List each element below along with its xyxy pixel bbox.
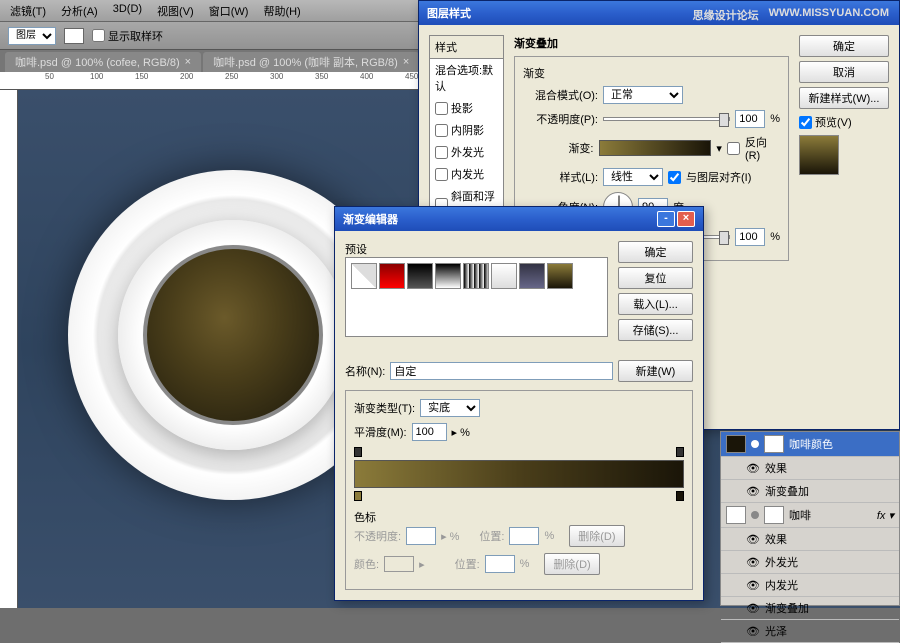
delete-stop-button: 删除(D) (569, 525, 624, 547)
preset-swatch[interactable] (407, 263, 433, 289)
smoothness-input[interactable] (412, 423, 447, 441)
menu-view[interactable]: 视图(V) (157, 3, 194, 18)
gradient-bar[interactable] (354, 460, 684, 488)
ge-save-button[interactable]: 存储(S)... (618, 319, 693, 341)
opacity-input[interactable] (735, 110, 765, 128)
color-stop[interactable] (676, 491, 684, 501)
menu-window[interactable]: 窗口(W) (209, 3, 249, 18)
fx-row[interactable]: 👁 效果 (721, 528, 899, 551)
layer-select[interactable]: 图层 (8, 27, 56, 45)
styles-header: 样式 (430, 36, 503, 59)
close-icon[interactable]: × (677, 211, 695, 227)
preset-swatch[interactable] (435, 263, 461, 289)
section-title: 渐变叠加 (514, 35, 789, 51)
preset-swatch[interactable] (547, 263, 573, 289)
align-checkbox[interactable] (668, 171, 681, 184)
tab-doc1[interactable]: 咖啡.psd @ 100% (cofee, RGB/8)× (5, 52, 201, 72)
gradient-editor-dialog: 渐变编辑器 -× 预设 确定 复位 载入(L)... (334, 206, 704, 601)
mask-thumb-icon (764, 435, 784, 453)
gradient-swatch[interactable] (599, 140, 712, 156)
reverse-checkbox[interactable] (727, 142, 740, 155)
minimize-icon[interactable]: - (657, 211, 675, 227)
dropper-icon[interactable] (64, 28, 84, 44)
fx-satin[interactable]: 👁 光泽 (721, 620, 899, 643)
preset-swatch[interactable] (519, 263, 545, 289)
sample-ring-checkbox[interactable] (92, 29, 105, 42)
stop-color-swatch (384, 556, 414, 572)
style-drop-shadow[interactable]: 投影 (430, 97, 503, 119)
ge-ok-button[interactable]: 确定 (618, 241, 693, 263)
ruler-vertical (0, 90, 18, 608)
preview-swatch (799, 135, 839, 175)
layer-style-titlebar[interactable]: 图层样式 思缘设计论坛WWW.MISSYUAN.COM (419, 1, 899, 25)
fx-gradient-overlay[interactable]: 👁 渐变叠加 (721, 480, 899, 503)
fx-gradient-overlay2[interactable]: 👁 渐变叠加 (721, 597, 899, 620)
stop-position-input (509, 527, 539, 545)
coffee-surface (143, 245, 323, 425)
gradient-name-input[interactable] (390, 362, 613, 380)
tab-doc2[interactable]: 咖啡.psd @ 100% (咖啡 副本, RGB/8)× (203, 52, 419, 72)
mask-thumb-icon (764, 506, 784, 524)
gradient-style-select[interactable]: 线性 (603, 168, 663, 186)
style-inner-glow[interactable]: 内发光 (430, 163, 503, 185)
show-sample-ring[interactable]: 显示取样环 (92, 28, 163, 44)
preset-swatch[interactable] (491, 263, 517, 289)
gradient-type-select[interactable]: 实底 (420, 399, 480, 417)
delete-stop-button2: 删除(D) (544, 553, 599, 575)
link-icon (751, 440, 759, 448)
menu-help[interactable]: 帮助(H) (263, 3, 300, 18)
cancel-button[interactable]: 取消 (799, 61, 889, 83)
preset-swatch[interactable] (351, 263, 377, 289)
blend-mode-select[interactable]: 正常 (603, 86, 683, 104)
fx-outer-glow[interactable]: 👁 外发光 (721, 551, 899, 574)
opacity-slider[interactable] (603, 117, 730, 121)
ge-load-button[interactable]: 载入(L)... (618, 293, 693, 315)
fx-row[interactable]: 👁 效果 (721, 457, 899, 480)
style-inner-shadow[interactable]: 内阴影 (430, 119, 503, 141)
stop-opacity-input (406, 527, 436, 545)
close-icon[interactable]: × (185, 56, 191, 68)
color-stop[interactable] (354, 491, 362, 501)
ge-reset-button[interactable]: 复位 (618, 267, 693, 289)
fx-inner-glow[interactable]: 👁 内发光 (721, 574, 899, 597)
layer-thumb-icon (726, 506, 746, 524)
stop-position-input2 (485, 555, 515, 573)
preset-swatch[interactable] (463, 263, 489, 289)
layer-thumb-icon (726, 435, 746, 453)
scale-input[interactable] (735, 228, 765, 246)
preset-swatch[interactable] (379, 263, 405, 289)
fx-badge[interactable]: fx ▾ (877, 509, 894, 522)
link-icon (751, 511, 759, 519)
preview-checkbox[interactable] (799, 116, 812, 129)
menu-analyze[interactable]: 分析(A) (61, 3, 98, 18)
layer-coffee-color[interactable]: 咖啡颜色 (721, 432, 899, 457)
ge-new-button[interactable]: 新建(W) (618, 360, 693, 382)
close-icon[interactable]: × (403, 56, 409, 68)
ok-button[interactable]: 确定 (799, 35, 889, 57)
gradient-presets (345, 257, 608, 337)
blend-options[interactable]: 混合选项:默认 (430, 59, 503, 97)
new-style-button[interactable]: 新建样式(W)... (799, 87, 889, 109)
menu-3d[interactable]: 3D(D) (113, 3, 142, 18)
layer-coffee[interactable]: 咖啡 fx ▾ (721, 503, 899, 528)
gradient-editor-titlebar[interactable]: 渐变编辑器 -× (335, 207, 703, 231)
opacity-stop[interactable] (354, 447, 362, 457)
layers-panel: 咖啡颜色 👁 效果 👁 渐变叠加 咖啡 fx ▾ 👁 效果 👁 外发光 👁 内发… (720, 431, 900, 606)
opacity-stop[interactable] (676, 447, 684, 457)
menu-filter[interactable]: 滤镜(T) (10, 3, 46, 18)
style-outer-glow[interactable]: 外发光 (430, 141, 503, 163)
